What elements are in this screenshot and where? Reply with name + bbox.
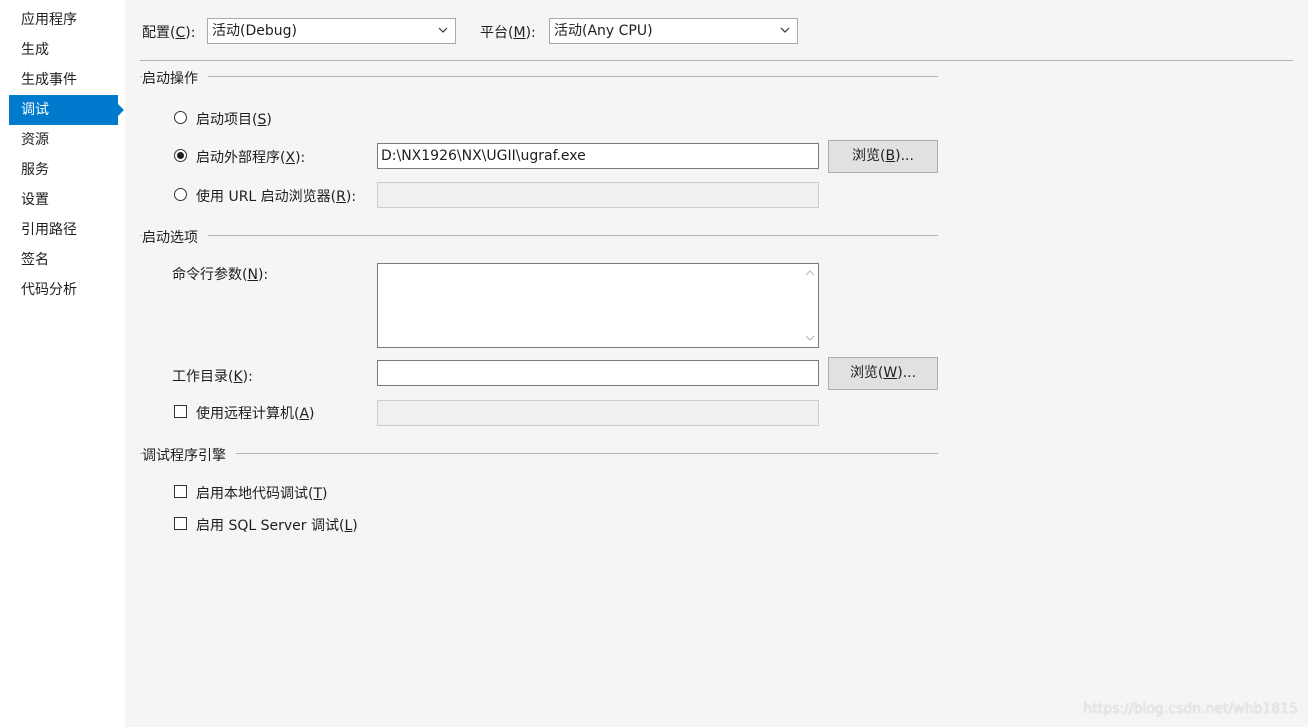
working-directory-input[interactable]	[377, 360, 819, 386]
sidebar-item-services[interactable]: 服务	[9, 155, 118, 185]
sql-server-debugging-label[interactable]: 启用 SQL Server 调试(L)	[196, 515, 358, 535]
start-external-program-radio[interactable]	[174, 149, 187, 162]
browse-directory-button[interactable]: 浏览(W)...	[828, 357, 938, 390]
start-action-title: 启动操作	[142, 68, 208, 88]
config-label: 配置(C):	[142, 25, 196, 41]
sidebar-item-signing[interactable]: 签名	[9, 245, 118, 275]
sidebar-item-label: 设置	[21, 192, 49, 208]
chevron-down-icon[interactable]	[804, 333, 816, 343]
browse-program-button[interactable]: 浏览(B)...	[828, 140, 938, 173]
header-divider	[140, 60, 1293, 61]
watermark: https://blog.csdn.net/whb1815	[1083, 701, 1298, 717]
command-line-args-label: 命令行参数(N):	[172, 267, 269, 283]
sidebar-item-label: 应用程序	[21, 12, 77, 28]
platform-value: 活动(Any CPU)	[554, 23, 653, 39]
sidebar: 应用程序 生成 生成事件 调试 资源 服务 设置 引用路径 签名 代码分析	[0, 0, 125, 727]
chevron-down-icon	[780, 27, 790, 33]
start-action-divider	[140, 76, 938, 77]
start-browser-url-radio[interactable]	[174, 188, 187, 201]
platform-dropdown[interactable]: 活动(Any CPU)	[549, 18, 798, 44]
chevron-down-icon	[438, 27, 448, 33]
sidebar-item-label: 生成事件	[21, 72, 77, 88]
working-directory-label: 工作目录(K):	[172, 369, 253, 385]
sidebar-item-build[interactable]: 生成	[9, 35, 118, 65]
remote-machine-input	[377, 400, 819, 426]
sidebar-item-label: 调试	[21, 102, 49, 118]
start-options-divider	[140, 235, 938, 236]
debug-settings-panel: 配置(C): 活动(Debug) 平台(M): 活动(Any CPU) 启动操作…	[125, 0, 1308, 727]
browser-url-input	[377, 182, 819, 208]
sidebar-item-label: 引用路径	[21, 222, 77, 238]
debugger-engines-divider	[140, 453, 938, 454]
sidebar-item-code-analysis[interactable]: 代码分析	[9, 275, 118, 305]
sidebar-item-application[interactable]: 应用程序	[9, 5, 118, 35]
start-project-radio[interactable]	[174, 111, 187, 124]
textarea-scrollbar[interactable]	[801, 264, 818, 347]
command-line-args-textarea[interactable]	[377, 263, 819, 348]
sidebar-item-settings[interactable]: 设置	[9, 185, 118, 215]
sql-server-debugging-checkbox[interactable]	[174, 517, 187, 530]
sidebar-item-label: 服务	[21, 162, 49, 178]
chevron-up-icon[interactable]	[804, 268, 816, 278]
sidebar-item-label: 生成	[21, 42, 49, 58]
native-code-debugging-label[interactable]: 启用本地代码调试(T)	[196, 483, 328, 503]
sidebar-item-label: 签名	[21, 252, 49, 268]
start-options-title: 启动选项	[142, 227, 208, 247]
sidebar-item-label: 资源	[21, 132, 49, 148]
external-program-path-input[interactable]	[377, 143, 819, 169]
start-browser-url-label[interactable]: 使用 URL 启动浏览器(R):	[196, 186, 356, 206]
config-dropdown[interactable]: 活动(Debug)	[207, 18, 456, 44]
sidebar-item-resources[interactable]: 资源	[9, 125, 118, 155]
start-external-program-label[interactable]: 启动外部程序(X):	[196, 147, 305, 167]
sidebar-item-debug[interactable]: 调试	[9, 95, 124, 125]
debugger-engines-title: 调试程序引擎	[142, 445, 236, 465]
config-value: 活动(Debug)	[212, 23, 297, 39]
sidebar-item-build-events[interactable]: 生成事件	[9, 65, 118, 95]
start-project-label[interactable]: 启动项目(S)	[196, 109, 272, 129]
platform-label: 平台(M):	[480, 25, 536, 41]
sidebar-item-reference-paths[interactable]: 引用路径	[9, 215, 118, 245]
use-remote-machine-checkbox[interactable]	[174, 405, 187, 418]
sidebar-item-label: 代码分析	[21, 282, 77, 298]
use-remote-machine-label[interactable]: 使用远程计算机(A)	[196, 403, 315, 423]
native-code-debugging-checkbox[interactable]	[174, 485, 187, 498]
